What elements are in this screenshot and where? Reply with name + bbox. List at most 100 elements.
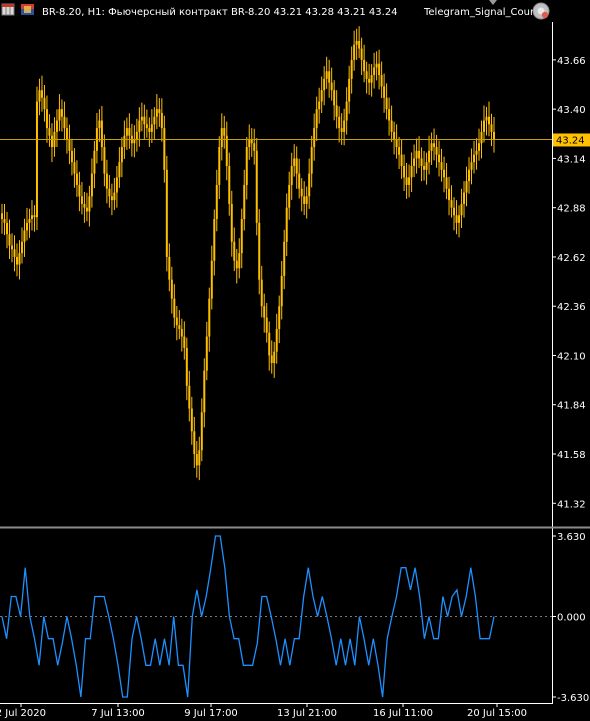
candle-body: [80, 196, 83, 204]
candle-body: [293, 158, 296, 166]
candle-body: [138, 120, 141, 132]
candle-body: [265, 317, 268, 333]
candle-body: [425, 162, 428, 170]
candle-body: [398, 147, 401, 155]
candle-body: [170, 279, 173, 299]
candle-body: [363, 59, 366, 72]
candle-body: [483, 120, 486, 132]
candle-body: [285, 207, 288, 242]
candle-body: [208, 298, 211, 337]
chart-canvas[interactable]: BR-8.20, H1: Фьючерсный контракт BR-8.20…: [0, 0, 590, 721]
candle-body: [35, 101, 38, 218]
candle-body: [443, 169, 446, 178]
current-price-label: 43.24: [556, 135, 585, 146]
candle-body: [148, 128, 151, 132]
price-tick-label: 43.66: [557, 56, 586, 67]
candle-body: [328, 71, 331, 83]
table-icon[interactable]: [1, 3, 15, 16]
candle-body: [210, 260, 213, 299]
candle-body: [125, 128, 128, 136]
candle-body: [385, 97, 388, 110]
candle-body: [200, 412, 203, 451]
candle-body: [268, 332, 271, 356]
current-price-tag: 43.24: [553, 133, 590, 147]
candle-body: [393, 131, 396, 140]
candle-body: [73, 162, 76, 174]
candle-body: [173, 298, 176, 318]
candle-body: [230, 203, 233, 242]
candle-body: [145, 124, 148, 129]
candle-body: [295, 158, 298, 174]
candle-body: [378, 63, 381, 76]
candle-body: [333, 90, 336, 106]
candle-body: [128, 128, 131, 136]
candle-body: [403, 166, 406, 178]
candle-body: [225, 135, 228, 166]
price-tick-label: 43.40: [557, 105, 586, 116]
candle-body: [315, 109, 318, 129]
candle-body: [380, 75, 383, 87]
candle-body: [430, 143, 433, 151]
candle-body: [415, 150, 418, 159]
candle-body: [465, 181, 468, 193]
candle-body: [238, 253, 241, 269]
candle-body: [98, 120, 101, 129]
candle-body: [83, 203, 86, 208]
candle-body: [105, 173, 108, 189]
candle-body: [28, 219, 31, 223]
candle-body: [423, 166, 426, 170]
candle-body: [270, 355, 273, 364]
candle-body: [5, 222, 8, 235]
candle-body: [308, 173, 311, 197]
candle-body: [275, 328, 278, 352]
time-tick-label: 7 Jul 13:00: [91, 708, 145, 719]
flag-icon: [21, 4, 34, 15]
candle-body: [478, 143, 481, 151]
candle-body: [108, 188, 111, 197]
candle-body: [420, 158, 423, 166]
candle-body: [195, 454, 198, 466]
candle-body: [358, 40, 361, 49]
candle-body: [188, 385, 191, 409]
candle-body: [413, 158, 416, 166]
candle-body: [473, 154, 476, 163]
candle-body: [115, 177, 118, 193]
candle-body: [488, 116, 491, 125]
candle-body: [453, 207, 456, 216]
candle-body: [185, 347, 188, 386]
candle-body: [175, 317, 178, 326]
candle-body: [1, 213, 3, 220]
candle-body: [220, 128, 223, 148]
candle-body: [120, 147, 123, 163]
candle-body: [165, 169, 168, 257]
candle-body: [355, 40, 358, 45]
candle-body: [178, 325, 181, 329]
candle-body: [60, 109, 63, 117]
candle-body: [360, 48, 363, 60]
candle-body: [343, 120, 346, 132]
candle-body: [485, 116, 488, 121]
candle-body: [90, 173, 93, 197]
candle-body: [408, 177, 411, 185]
candle-body: [280, 275, 283, 307]
candle-body: [340, 128, 343, 132]
candle-body: [278, 306, 281, 329]
candle-body: [490, 124, 493, 132]
candle-body: [318, 101, 321, 110]
candle-body: [233, 241, 236, 261]
candle-body: [375, 63, 378, 68]
candle-body: [93, 150, 96, 174]
candle-body: [240, 219, 243, 254]
price-tick-label: 41.32: [557, 499, 586, 510]
candle-body: [163, 128, 166, 170]
candle-body: [435, 147, 438, 155]
price-tick-label: 42.10: [557, 351, 586, 362]
candle-body: [213, 219, 216, 261]
candle-body: [50, 135, 53, 148]
candle-body: [455, 215, 458, 223]
candle-body: [118, 162, 121, 178]
candle-body: [345, 101, 348, 121]
candle-body: [468, 169, 471, 182]
candle-body: [203, 370, 206, 413]
time-tick-label: 2 Jul 2020: [0, 708, 46, 719]
